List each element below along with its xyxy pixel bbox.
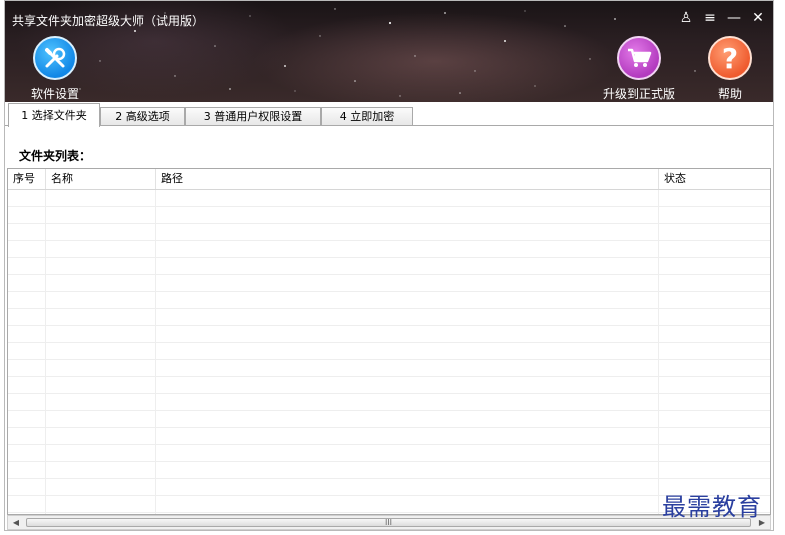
window-controls: ♙ ≡ — ✕ bbox=[677, 9, 767, 27]
scroll-left-icon[interactable]: ◀ bbox=[9, 516, 23, 529]
scrollbar-thumb[interactable]: III bbox=[26, 518, 751, 527]
wrench-screwdriver-icon bbox=[33, 36, 77, 80]
help-label: 帮助 bbox=[717, 87, 742, 101]
close-icon[interactable]: ✕ bbox=[749, 9, 767, 27]
tab-user-permissions[interactable]: 3 普通用户权限设置 bbox=[185, 107, 321, 126]
skin-icon[interactable]: ♙ bbox=[677, 9, 695, 27]
column-divider bbox=[45, 190, 46, 514]
tab-encrypt-now[interactable]: 4 立即加密 bbox=[321, 107, 413, 126]
table-rows bbox=[8, 190, 770, 514]
app-window: 共享文件夹加密超级大师（试用版） ♙ ≡ — ✕ 软件设置 升级到正式版 ? 帮… bbox=[4, 0, 774, 531]
column-header-name[interactable]: 名称 bbox=[46, 169, 156, 189]
settings-button[interactable]: 软件设置 bbox=[27, 36, 83, 102]
minimize-icon[interactable]: — bbox=[725, 9, 743, 27]
settings-label: 软件设置 bbox=[30, 87, 79, 101]
tab-divider bbox=[5, 125, 773, 126]
tab-select-folder[interactable]: 1 选择文件夹 bbox=[8, 103, 100, 127]
upgrade-button[interactable]: 升级到正式版 bbox=[598, 36, 680, 102]
column-header-index[interactable]: 序号 bbox=[8, 169, 46, 189]
horizontal-scrollbar[interactable]: ◀ III ▶ bbox=[7, 515, 771, 530]
column-header-status[interactable]: 状态 bbox=[659, 169, 770, 189]
column-divider bbox=[658, 190, 659, 514]
menu-icon[interactable]: ≡ bbox=[701, 9, 719, 27]
tab-bar: 1 选择文件夹 2 高级选项 3 普通用户权限设置 4 立即加密 bbox=[5, 102, 773, 127]
cart-icon bbox=[617, 36, 661, 80]
header-banner: 共享文件夹加密超级大师（试用版） ♙ ≡ — ✕ 软件设置 升级到正式版 ? 帮… bbox=[5, 1, 773, 102]
upgrade-label: 升级到正式版 bbox=[602, 87, 675, 101]
column-header-path[interactable]: 路径 bbox=[156, 169, 659, 189]
help-button[interactable]: ? 帮助 bbox=[706, 36, 754, 102]
watermark-text: 最需教育 bbox=[662, 493, 762, 521]
table-header: 序号 名称 路径 状态 bbox=[8, 169, 770, 190]
window-title: 共享文件夹加密超级大师（试用版） bbox=[12, 14, 205, 28]
folder-list-label: 文件夹列表： bbox=[19, 149, 92, 163]
folder-list-table[interactable]: 序号 名称 路径 状态 bbox=[7, 168, 771, 515]
question-mark-icon: ? bbox=[708, 36, 752, 80]
column-divider bbox=[155, 190, 156, 514]
tab-advanced-options[interactable]: 2 高级选项 bbox=[100, 107, 185, 126]
